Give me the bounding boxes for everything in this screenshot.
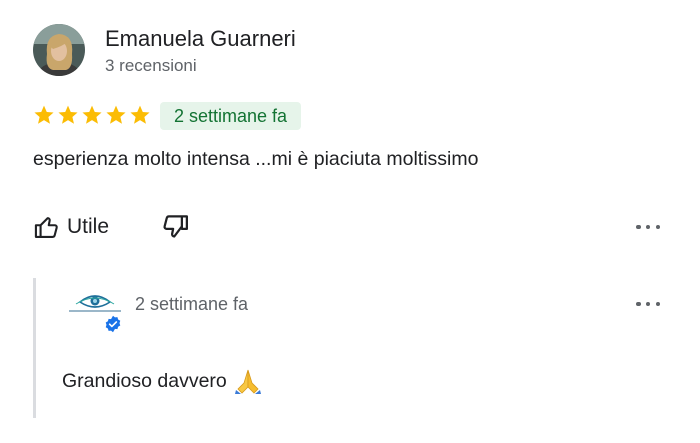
author-avatar[interactable]: [33, 24, 85, 76]
reply-divider: [33, 278, 36, 418]
more-dot: [645, 301, 651, 307]
verified-check-icon: [105, 315, 121, 333]
review-text: esperienza molto intensa ...mi è piaciut…: [33, 148, 479, 170]
more-dot: [636, 301, 641, 307]
star-rating: [33, 104, 151, 130]
reply-more-button[interactable]: [636, 299, 660, 309]
star-icon: [34, 105, 54, 124]
more-dot: [655, 224, 660, 230]
more-dot: [645, 224, 651, 230]
author-review-count: 3 recensioni: [105, 56, 197, 75]
thumb-up-outline-icon: [34, 217, 58, 238]
more-dot: [655, 301, 660, 307]
reply-text-row: Grandioso davvero: [62, 367, 263, 395]
praying-hands-icon: [234, 369, 261, 394]
star-icon: [58, 105, 78, 124]
reply-time: 2 settimane fa: [135, 294, 249, 314]
star-icon: [106, 105, 126, 124]
not-useful-button[interactable]: [160, 212, 190, 242]
useful-label: Utile: [67, 215, 110, 238]
thumb-down-outline-icon: [163, 215, 188, 238]
review-time-badge: 2 settimane fa: [160, 102, 302, 130]
reply-text: Grandioso davvero: [62, 369, 227, 392]
star-icon: [130, 105, 150, 124]
useful-button[interactable]: Utile: [33, 212, 109, 242]
more-dot: [636, 224, 641, 230]
star-icon: [82, 105, 102, 124]
author-name[interactable]: Emanuela Guarneri: [105, 26, 296, 52]
review-more-button[interactable]: [636, 222, 660, 232]
